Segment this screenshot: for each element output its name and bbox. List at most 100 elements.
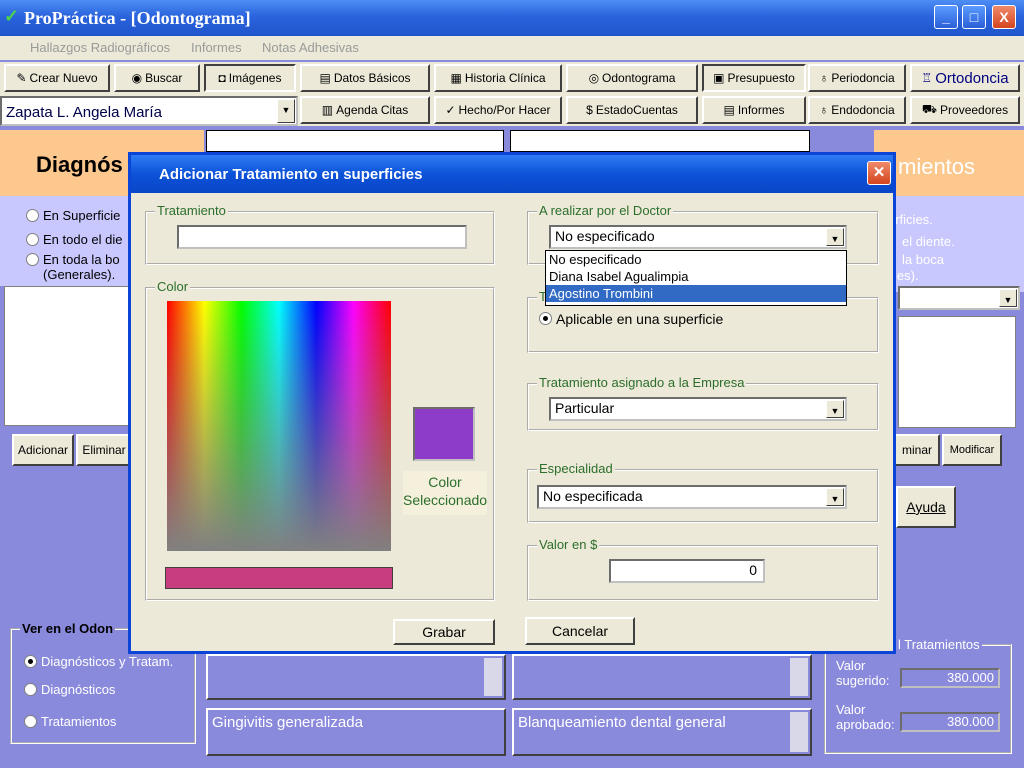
printer-icon: ▦	[450, 71, 462, 85]
color-seleccionado-label: Color Seleccionado	[403, 471, 487, 515]
truck-icon: ⛟	[921, 102, 938, 116]
maximize-button[interactable]: □	[962, 5, 986, 29]
odontogram-upper-left[interactable]	[206, 130, 504, 152]
grabar-button[interactable]: Grabar	[393, 619, 495, 645]
opt-generales: les).	[894, 268, 919, 283]
tratamientos-list[interactable]	[898, 316, 1016, 428]
menu-notas[interactable]: Notas Adhesivas	[262, 40, 359, 55]
valor-label: Valor en $	[537, 537, 600, 552]
modificar-button[interactable]: Modificar	[942, 434, 1002, 466]
report-icon: ▤	[723, 103, 735, 117]
valor-input[interactable]: 0	[609, 559, 765, 583]
agenda-citas-button[interactable]: ▥ Agenda Citas	[300, 96, 430, 124]
totals-label: l Tratamientos	[896, 637, 982, 652]
historia-clinica-button[interactable]: ▦ Historia Clínica	[434, 64, 562, 92]
periodoncia-button[interactable]: ♁ Periodoncia	[808, 64, 906, 92]
odontograma-button[interactable]: ◎ Odontograma	[566, 64, 698, 92]
ayuda-button[interactable]: Ayuda	[896, 486, 956, 528]
buscar-button[interactable]: ◉ Buscar	[114, 64, 200, 92]
menu-informes[interactable]: Informes	[191, 40, 242, 55]
especialidad-label: Especialidad	[537, 461, 615, 476]
chevron-down-icon[interactable]: ▼	[826, 400, 844, 418]
chevron-down-icon[interactable]: ▼	[826, 228, 844, 246]
empresa-group: Tratamiento asignado a la Empresa Partic…	[527, 375, 879, 431]
ver-group-label: Ver en el Odon	[20, 621, 116, 636]
doctor-select[interactable]: No especificado ▼	[549, 225, 847, 249]
valor-group: Valor en $ 0	[527, 537, 879, 601]
radio-diag-y-trat[interactable]: Diagnósticos y Tratam.	[24, 654, 173, 669]
empresa-select[interactable]: Particular ▼	[549, 397, 847, 421]
valor-sugerido-field[interactable]: 380.000	[900, 668, 1000, 688]
estado-cuentas-button[interactable]: $ EstadoCuentas	[566, 96, 698, 124]
radio-en-superficie[interactable]: En Superficie	[26, 208, 120, 223]
datos-basicos-button[interactable]: ▤ Datos Básicos	[300, 64, 430, 92]
tooth-icon: ♁	[819, 71, 829, 85]
pen-icon: ✎	[16, 71, 27, 85]
imagenes-button[interactable]: ◘ Imágenes	[204, 64, 296, 92]
dollar-icon: $	[586, 103, 593, 117]
crear-nuevo-button[interactable]: ✎ Crear Nuevo	[4, 64, 110, 92]
proveedores-button[interactable]: ⛟ Proveedores	[910, 96, 1020, 124]
tratamiento-label: Tratamiento	[155, 203, 228, 218]
radio-diagnosticos[interactable]: Diagnósticos	[24, 682, 115, 697]
scrollbar[interactable]	[790, 658, 808, 696]
menu-bar: Hallazgos Radiográficos Informes Notas A…	[0, 36, 1024, 60]
doctor-dropdown-list[interactable]: No especificado Diana Isabel Agualimpia …	[545, 250, 847, 306]
tratamiento-select[interactable]: ▼	[898, 286, 1020, 310]
doctor-option-highlighted[interactable]: Agostino Trombini	[546, 285, 846, 302]
presupuesto-button[interactable]: ▣ Presupuesto	[702, 64, 806, 92]
tratamiento-text[interactable]: Blanqueamiento dental general	[512, 708, 812, 756]
diagnostico-detail-upper[interactable]	[206, 654, 506, 700]
patient-select[interactable]: Zapata L. Angela María ▼	[0, 96, 298, 126]
odontogram-upper-right[interactable]	[510, 130, 810, 152]
empresa-label: Tratamiento asignado a la Empresa	[537, 375, 747, 390]
chevron-down-icon[interactable]: ▼	[277, 99, 295, 123]
opt-diente: el diente.	[902, 234, 955, 249]
valor-aprobado-field[interactable]: 380.000	[900, 712, 1000, 732]
scrollbar[interactable]	[790, 712, 808, 752]
especialidad-group: Especialidad No especificada ▼	[527, 461, 879, 523]
close-icon: ✕	[872, 164, 886, 181]
window-title-bar[interactable]: ✓ ProPráctica - [Odontograma] _ □ X	[0, 0, 1024, 36]
dialog-close-button[interactable]: ✕	[867, 161, 891, 185]
ortodoncia-button[interactable]: ♖ Ortodoncia	[910, 64, 1020, 92]
tratamiento-input[interactable]	[177, 225, 467, 249]
radio-en-todo-diente[interactable]: En todo el die	[26, 232, 123, 247]
informes-button[interactable]: ▤ Informes	[702, 96, 806, 124]
chevron-down-icon[interactable]: ▼	[826, 488, 844, 506]
close-button[interactable]: X	[992, 5, 1016, 29]
hue-slider[interactable]	[165, 567, 393, 589]
minimize-button[interactable]: _	[934, 5, 958, 29]
patient-name: Zapata L. Angela María	[6, 104, 162, 121]
doctor-option[interactable]: Diana Isabel Agualimpia	[546, 268, 846, 285]
opt-boca: la boca	[902, 252, 944, 267]
app-logo-icon: ✓	[4, 6, 20, 26]
braces-icon: ♖	[921, 71, 933, 85]
radio-en-toda-boca[interactable]: En toda la bo (Generales).	[26, 252, 136, 282]
eliminar-button[interactable]: Eliminar	[76, 434, 132, 466]
tratamiento-options: erficies. el diente. la boca les).	[874, 196, 1024, 292]
diagnostico-text[interactable]: Gingivitis generalizada	[206, 708, 506, 756]
radio-tratamientos[interactable]: Tratamientos	[24, 714, 116, 729]
color-label: Color	[155, 279, 191, 294]
adicionar-button[interactable]: Adicionar	[12, 434, 74, 466]
selected-color-swatch	[413, 407, 475, 461]
menu-hallazgos[interactable]: Hallazgos Radiográficos	[30, 40, 170, 55]
calendar-icon: ▥	[321, 103, 334, 117]
color-spectrum-picker[interactable]	[167, 301, 391, 551]
dialog-title-bar[interactable]: Adicionar Tratamiento en superficies ✕	[131, 155, 893, 193]
tratamiento-detail-upper[interactable]	[512, 654, 812, 700]
total-tratamientos-group: l Tratamientos Valor sugerido: 380.000 V…	[824, 637, 1012, 754]
binoculars-icon: ◉	[131, 71, 143, 85]
cancelar-button[interactable]: Cancelar	[525, 617, 635, 645]
eliminar-tratamiento-button[interactable]: minar	[894, 434, 940, 466]
window-title: ProPráctica - [Odontograma]	[24, 8, 251, 28]
scrollbar[interactable]	[484, 658, 502, 696]
hecho-por-hacer-button[interactable]: ✓ Hecho/Por Hacer	[434, 96, 562, 124]
chevron-down-icon[interactable]: ▼	[999, 289, 1017, 307]
doctor-option[interactable]: No especificado	[546, 251, 846, 268]
especialidad-select[interactable]: No especificada ▼	[537, 485, 847, 509]
odontogram-icon: ◎	[588, 71, 600, 85]
endodoncia-button[interactable]: ♁ Endodoncia	[808, 96, 906, 124]
radio-aplicable-superficie[interactable]: Aplicable en una superficie	[539, 311, 723, 327]
